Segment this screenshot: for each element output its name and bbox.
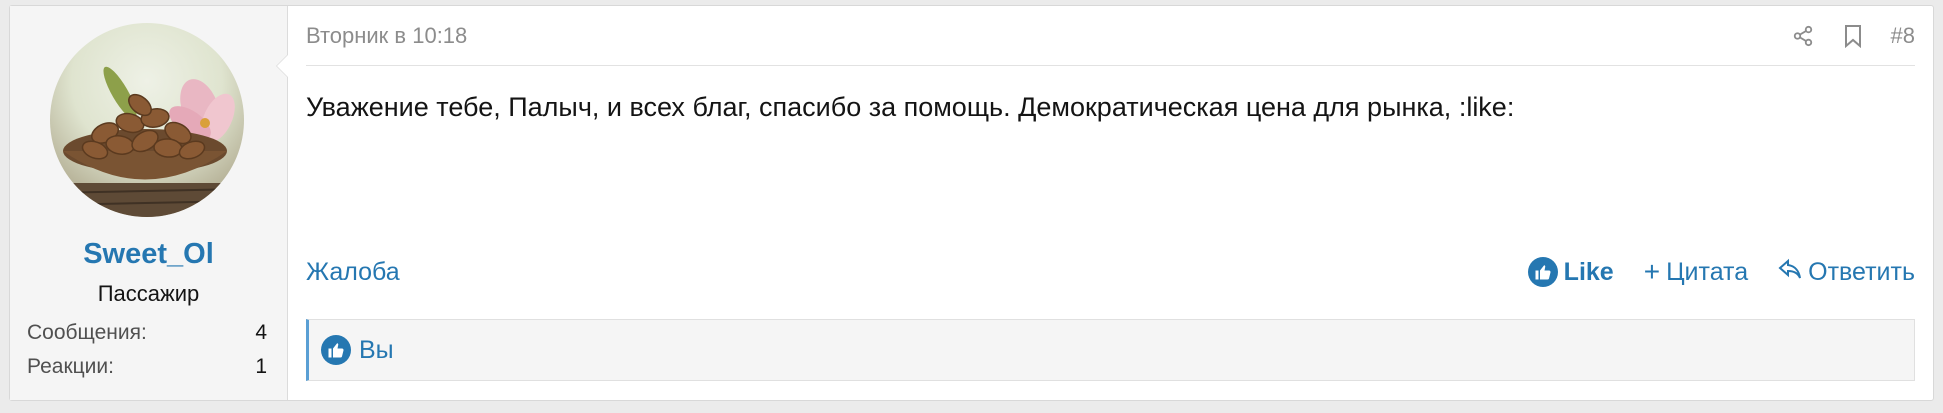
- forum-post: Sweet_Ol Пассажир Сообщения: 4 Реакции: …: [9, 5, 1934, 401]
- like-label: Like: [1563, 257, 1614, 286]
- stat-messages: Сообщения: 4: [27, 321, 267, 345]
- post-main: Вторник в 10:18 #8 Уважение тебе, Палыч,…: [288, 6, 1933, 400]
- report-link[interactable]: Жалоба: [306, 258, 400, 287]
- user-sidebar: Sweet_Ol Пассажир Сообщения: 4 Реакции: …: [10, 6, 288, 400]
- post-content: Уважение тебе, Палыч, и всех благ, спаси…: [306, 92, 1515, 122]
- reactions-bar: Вы: [306, 319, 1915, 381]
- reply-icon: [1778, 258, 1802, 287]
- header-actions: #8: [1791, 23, 1915, 49]
- stat-value: 1: [255, 355, 267, 378]
- avatar[interactable]: [50, 23, 244, 217]
- user-title: Пассажир: [97, 281, 200, 306]
- stat-label: Реакции:: [27, 355, 114, 378]
- like-button[interactable]: Like: [1527, 257, 1614, 287]
- reply-button[interactable]: Ответить: [1778, 258, 1915, 287]
- plus-icon: +: [1643, 256, 1661, 287]
- almonds-bowl-icon: [50, 66, 244, 217]
- stat-reactions: Реакции: 1: [27, 355, 267, 379]
- thumbs-up-icon: [1527, 257, 1558, 287]
- stat-value: 4: [255, 321, 267, 344]
- reactions-list[interactable]: Вы: [359, 336, 394, 365]
- username[interactable]: Sweet_Ol: [10, 238, 287, 271]
- post-footer: Жалоба Like + Цитата Ответить: [306, 256, 1915, 288]
- reply-label: Ответить: [1808, 257, 1915, 286]
- thumbs-up-icon: [321, 335, 351, 365]
- sidebar-arrow: [276, 54, 288, 78]
- share-icon[interactable]: [1791, 24, 1815, 48]
- stat-label: Сообщения:: [27, 321, 147, 344]
- quote-label: Цитата: [1666, 257, 1749, 286]
- post-number[interactable]: #8: [1891, 23, 1915, 49]
- post-date[interactable]: Вторник в 10:18: [306, 23, 467, 49]
- bookmark-icon[interactable]: [1841, 24, 1865, 48]
- post-header: Вторник в 10:18 #8: [306, 6, 1915, 66]
- quote-button[interactable]: + Цитата: [1644, 256, 1748, 288]
- post-actions: Like + Цитата Ответить: [1527, 256, 1915, 288]
